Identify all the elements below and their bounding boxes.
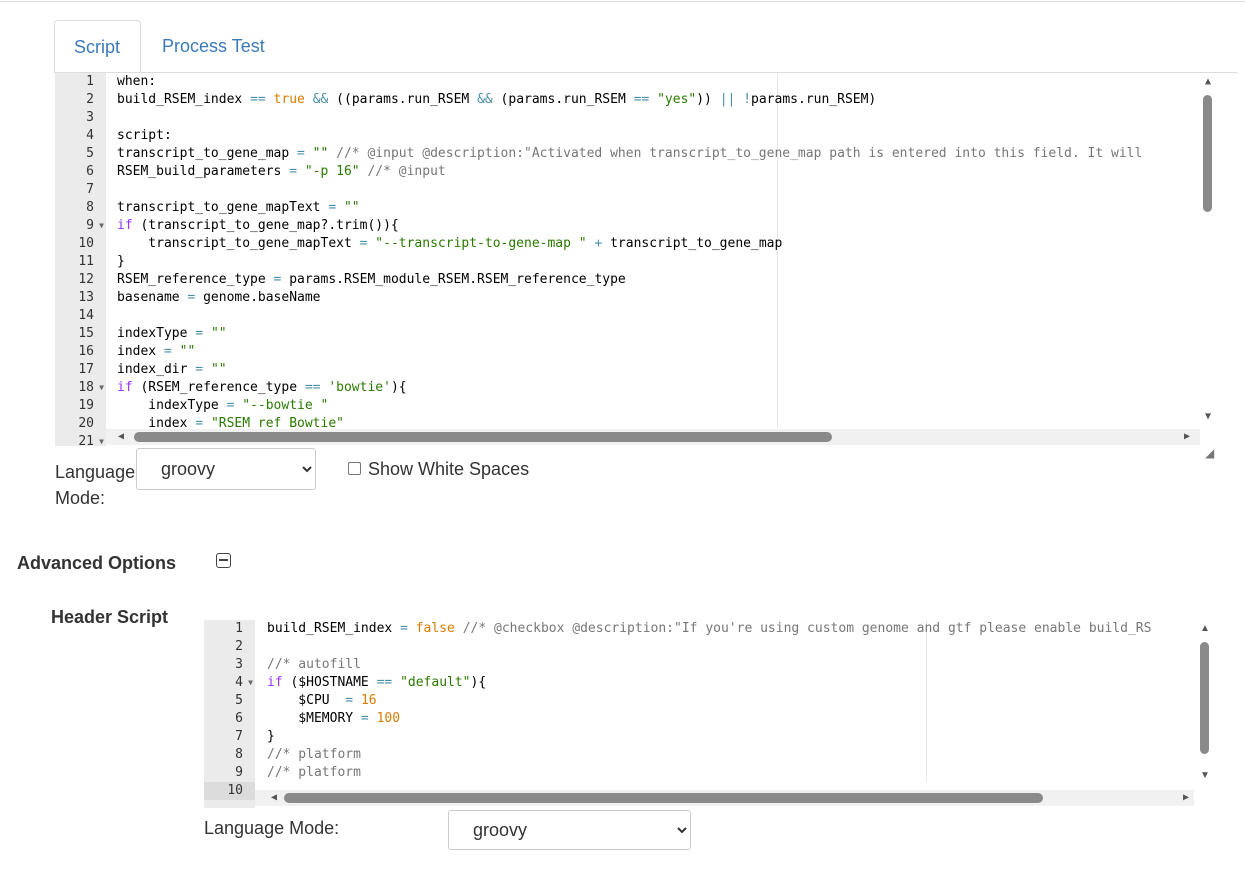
code-line: //* autofill [267, 657, 361, 672]
header-script-editor[interactable]: 1 build_RSEM_index = false //* @checkbox … [204, 620, 1194, 808]
code-line: //* platform [267, 747, 361, 762]
fold-toggle-icon[interactable]: ▼ [99, 433, 104, 446]
line-number: 11 [78, 254, 94, 269]
line-number: 17 [78, 362, 94, 377]
line-number: 2 [86, 92, 94, 107]
scroll-right-arrow-icon[interactable]: ▶ [1180, 431, 1194, 443]
code-line: transcript_to_gene_map = "" //* @input @… [117, 146, 1143, 161]
script-vertical-scroll-thumb[interactable] [1203, 95, 1212, 212]
code-line: if ($HOSTNAME == "default"){ [267, 675, 487, 690]
scroll-down-arrow-icon[interactable]: ▼ [1198, 770, 1212, 782]
line-number: 2 [235, 639, 243, 654]
print-margin [926, 620, 927, 782]
code-line: RSEM_build_parameters = "-p 16" //* @inp… [117, 164, 446, 179]
line-number: 6 [235, 711, 243, 726]
code-line: indexType = "--bowtie " [117, 398, 329, 413]
fold-toggle-icon[interactable]: ▼ [99, 217, 104, 235]
line-number: 1 [235, 621, 243, 636]
script-editor[interactable]: 1 when: 2 build_RSEM_index == true && ((par… [55, 73, 1218, 446]
line-number: 9 [235, 765, 243, 780]
code-line: } [267, 729, 275, 744]
line-number: 7 [86, 182, 94, 197]
line-number: 1 [86, 74, 94, 89]
line-number: 14 [78, 308, 94, 323]
code-line: if (RSEM_reference_type == 'bowtie'){ [117, 380, 407, 395]
scroll-left-arrow-icon[interactable]: ◀ [267, 792, 281, 804]
code-line: transcript_to_gene_mapText = "" [117, 200, 360, 215]
scroll-up-arrow-icon[interactable]: ▲ [1201, 76, 1215, 88]
code-line: build_RSEM_index == true && ((params.run… [117, 92, 877, 107]
line-number: 21 ▼ [55, 433, 106, 446]
line-number: 18 ▼ [78, 379, 104, 397]
code-line: $MEMORY = 100 [267, 711, 401, 726]
code-line: RSEM_reference_type = params.RSEM_module… [117, 272, 626, 287]
line-number: 5 [86, 146, 94, 161]
line-number: 8 [86, 200, 94, 215]
line-number: 9 ▼ [86, 217, 104, 235]
line-number: 16 [78, 344, 94, 359]
script-vertical-scrollbar[interactable]: ▲ ▼ [1200, 73, 1216, 428]
line-number: 10 [78, 236, 94, 251]
line-number: 12 [78, 272, 94, 287]
fold-toggle-icon[interactable]: ▼ [248, 674, 253, 692]
code-line: script: [117, 128, 172, 143]
code-line: if (transcript_to_gene_map?.trim()){ [117, 218, 399, 233]
header-horizontal-scrollbar[interactable]: ◀ ▶ [255, 790, 1194, 806]
code-line: index = "" [117, 344, 196, 359]
fold-toggle-icon[interactable]: ▼ [99, 379, 104, 397]
code-line: index_dir = "" [117, 362, 227, 377]
header-vertical-scrollbar[interactable]: ▲ ▼ [1197, 620, 1213, 782]
line-number: 19 [78, 398, 94, 413]
line-number: 3 [235, 657, 243, 672]
code-line: } [117, 254, 125, 269]
scroll-up-arrow-icon[interactable]: ▲ [1198, 623, 1212, 635]
code-line: //* platform [267, 765, 361, 780]
code-line: when: [117, 74, 157, 89]
line-number: 20 [78, 416, 94, 431]
script-horizontal-scrollbar[interactable]: ◀ ▶ [106, 429, 1200, 445]
line-number: 8 [235, 747, 243, 762]
scroll-down-arrow-icon[interactable]: ▼ [1201, 411, 1215, 423]
language-mode-label: Language Mode: [55, 462, 136, 508]
header-language-mode-select[interactable]: groovy [448, 810, 691, 850]
line-number: 4 [86, 128, 94, 143]
code-line: $CPU = 16 [267, 693, 377, 708]
code-line: transcript_to_gene_mapText = "--transcri… [117, 236, 783, 251]
resize-handle-icon[interactable]: ◢ [1205, 446, 1214, 460]
line-number: 4 ▼ [235, 674, 253, 692]
line-number: 3 [86, 110, 94, 125]
tab-script[interactable]: Script [54, 20, 141, 73]
header-vertical-scroll-thumb[interactable] [1200, 642, 1209, 754]
collapse-icon[interactable] [216, 553, 231, 568]
code-line: build_RSEM_index = false //* @checkbox @… [267, 621, 1152, 636]
header-horizontal-scroll-thumb[interactable] [284, 793, 1043, 803]
line-number: 15 [78, 326, 94, 341]
line-number: 6 [86, 164, 94, 179]
script-horizontal-scroll-thumb[interactable] [134, 432, 832, 442]
scroll-right-arrow-icon[interactable]: ▶ [1179, 792, 1193, 804]
header-script-heading: Header Script [51, 607, 169, 627]
line-number: 13 [78, 290, 94, 305]
line-number: 7 [235, 729, 243, 744]
line-number: 10 [204, 782, 255, 800]
advanced-options-heading: Advanced Options [17, 553, 177, 573]
show-white-spaces-checkbox[interactable] [348, 462, 361, 475]
line-number: 5 [235, 693, 243, 708]
language-mode-select[interactable]: groovy [136, 448, 316, 490]
scroll-left-arrow-icon[interactable]: ◀ [114, 431, 128, 443]
top-divider [0, 1, 1245, 2]
show-white-spaces-label: Show White Spaces [368, 459, 530, 479]
code-line: indexType = "" [117, 326, 227, 341]
tab-process-test[interactable]: Process Test [143, 20, 293, 72]
header-language-mode-label: Language Mode: [204, 818, 340, 838]
code-line: basename = genome.baseName [117, 290, 321, 305]
